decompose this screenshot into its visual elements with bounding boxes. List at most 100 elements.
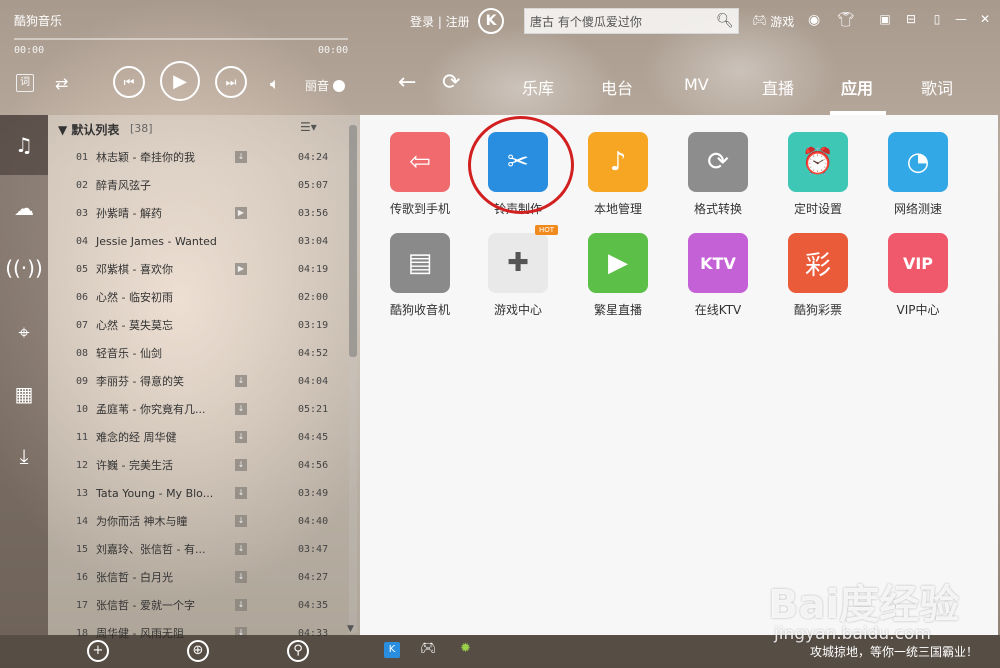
alarm-clock-icon[interactable]: ⏰ [788, 132, 848, 192]
lottery-icon[interactable]: 彩 [788, 233, 848, 293]
tab-live[interactable]: 直播 [762, 75, 794, 99]
locate-icon[interactable]: ⊕ [187, 640, 209, 662]
lyric-toggle-button[interactable]: 词 [16, 74, 34, 92]
skin-icon[interactable]: ◉ [808, 12, 820, 28]
song-action-icon[interactable]: ↓ [235, 375, 247, 387]
song-row[interactable]: 02 醉青风弦子 05:07 [48, 171, 348, 199]
song-action-icon[interactable]: ↓ [235, 431, 247, 443]
song-row[interactable]: 08 轻音乐 - 仙剑 04:52 [48, 339, 348, 367]
refresh-icon[interactable]: ⟳ [442, 70, 460, 95]
phone-transfer-icon[interactable]: ⇦ [390, 132, 450, 192]
game-link[interactable]: 🎮︎ 游戏 [752, 13, 794, 30]
song-row[interactable]: 06 心然 - 临安初雨 02:00 [48, 283, 348, 311]
folder-icon[interactable]: ♪ [588, 132, 648, 192]
song-row[interactable]: 10 孟庭苇 - 你究竟有几... ↓ 05:21 [48, 395, 348, 423]
scroll-down-arrow-icon[interactable]: ▼ [347, 624, 354, 634]
radio-icon[interactable]: ▤ [390, 233, 450, 293]
mini-mode-icon[interactable]: ⊟ [902, 12, 920, 26]
song-row[interactable]: 04 Jessie James - Wanted 03:04 [48, 227, 348, 255]
app-speedometer[interactable]: ◔ 网络测速 [878, 132, 958, 217]
volume-icon[interactable]: 🔈︎ [270, 74, 280, 94]
song-row[interactable]: 17 张信哲 - 爱就一个字 ↓ 04:35 [48, 591, 348, 619]
sound-quality-toggle[interactable]: 丽音 [305, 77, 346, 94]
app-lottery[interactable]: 彩酷狗彩票 [778, 233, 858, 318]
cloud-icon[interactable]: ☁ [0, 178, 48, 238]
song-action-icon[interactable]: ↓ [235, 151, 247, 163]
app-gamepad[interactable]: ✚ HOT 游戏中心 [478, 225, 558, 318]
convert-icon[interactable]: ⟳ [688, 132, 748, 192]
kugou-logo-icon[interactable]: K [478, 8, 504, 34]
song-row[interactable]: 15 刘嘉玲、张信哲 - 有... ↓ 03:47 [48, 535, 348, 563]
app-alarm-clock[interactable]: ⏰ 定时设置 [778, 132, 858, 217]
app-ktv-mic[interactable]: KTV 在线KTV [678, 233, 758, 318]
song-row[interactable]: 07 心然 - 莫失莫忘 03:19 [48, 311, 348, 339]
song-action-icon[interactable]: ↓ [235, 599, 247, 611]
previous-button[interactable]: ⏮ [113, 66, 145, 98]
progress-bar[interactable] [14, 38, 348, 40]
phone-mode-icon[interactable]: ▯ [928, 12, 946, 26]
game-controller-icon[interactable]: 🎮︎ [420, 641, 437, 656]
app-radio[interactable]: ▤ 酷狗收音机 [380, 233, 460, 318]
song-duration: 04:52 [298, 347, 329, 359]
song-row[interactable]: 11 难念的经 周华健 ↓ 04:45 [48, 423, 348, 451]
song-row[interactable]: 09 李丽芬 - 得意的笑 ↓ 04:04 [48, 367, 348, 395]
app-vip-crown[interactable]: VIP VIP中心 [878, 233, 958, 318]
song-row[interactable]: 01 林志颖 - 牵挂你的我 ↓ 04:24 [48, 143, 348, 171]
song-action-icon[interactable]: ▶ [235, 207, 247, 219]
list-menu-icon[interactable]: ☰▾ [300, 120, 317, 134]
live-play-icon[interactable]: ▶ [588, 233, 648, 293]
add-icon[interactable]: + [87, 640, 109, 662]
song-action-icon[interactable]: ↓ [235, 487, 247, 499]
search-icon[interactable]: 🔍︎ [716, 13, 738, 29]
tab-radio[interactable]: 电台 [601, 75, 633, 99]
song-action-icon[interactable]: ↓ [235, 543, 247, 555]
song-action-icon[interactable]: ↓ [235, 403, 247, 415]
tab-lyrics[interactable]: 歌词 [921, 75, 953, 99]
search-box[interactable]: 🔍︎ [524, 8, 739, 34]
tab-mv[interactable]: MV [684, 75, 709, 94]
app-phone-transfer[interactable]: ⇦ 传歌到手机 [380, 132, 460, 217]
song-row[interactable]: 13 Tata Young - My Blo... ↓ 03:49 [48, 479, 348, 507]
menu-dropdown-icon[interactable]: ▣ [876, 12, 894, 26]
song-action-icon[interactable]: ↓ [235, 571, 247, 583]
app-live-play[interactable]: ▶ 繁星直播 [578, 233, 658, 318]
theme-shirt-icon[interactable]: 👕︎ [837, 12, 855, 28]
ktv-mic-icon[interactable]: KTV [688, 233, 748, 293]
song-row[interactable]: 03 孙紫晴 - 解药 ▶ 03:56 [48, 199, 348, 227]
broadcast-icon[interactable]: ((·)) [0, 238, 48, 298]
plugin-icon[interactable]: ✹ [460, 641, 471, 656]
tab-apps[interactable]: 应用 [841, 75, 873, 99]
kugou-small-icon[interactable]: K [384, 642, 400, 658]
play-button[interactable]: ▶ [160, 61, 200, 101]
song-action-icon[interactable]: ↓ [235, 459, 247, 471]
vip-crown-icon[interactable]: VIP [888, 233, 948, 293]
app-convert[interactable]: ⟳ 格式转换 [678, 132, 758, 217]
download-icon[interactable]: ⤓ [0, 426, 48, 486]
login-register-link[interactable]: 登录 | 注册 [410, 13, 470, 30]
song-row[interactable]: 12 许巍 - 完美生活 ↓ 04:56 [48, 451, 348, 479]
song-action-icon[interactable]: ↓ [235, 515, 247, 527]
scrollbar-thumb[interactable] [349, 125, 357, 357]
song-action-icon[interactable]: ▶ [235, 263, 247, 275]
app-folder[interactable]: ♪ 本地管理 [578, 132, 658, 217]
location-pin-icon[interactable]: ⌖ [0, 302, 48, 362]
tab-music-library[interactable]: 乐库 [522, 75, 554, 99]
speedometer-icon[interactable]: ◔ [888, 132, 948, 192]
music-note-icon[interactable]: ♫ [0, 115, 48, 175]
song-row[interactable]: 05 邓紫棋 - 喜欢你 ▶ 04:19 [48, 255, 348, 283]
song-row[interactable]: 16 张信哲 - 白月光 ↓ 04:27 [48, 563, 348, 591]
back-arrow-icon[interactable]: ← [398, 70, 416, 95]
close-icon[interactable]: ✕ [976, 12, 994, 26]
device-icon[interactable]: ▦ [0, 364, 48, 424]
loop-mode-icon[interactable]: ⇄ [55, 74, 68, 93]
search-input[interactable] [530, 14, 716, 28]
gamepad-icon[interactable]: ✚ HOT [488, 225, 558, 293]
song-row[interactable]: 14 为你而活 神木与瞳 ↓ 04:40 [48, 507, 348, 535]
playlist-title[interactable]: ▼ 默认列表 [58, 121, 119, 138]
next-button[interactable]: ⏭ [215, 66, 247, 98]
song-title: 醉青风弦子 [96, 179, 151, 192]
minimize-icon[interactable]: — [952, 12, 970, 26]
song-title: 心然 - 临安初雨 [96, 291, 173, 304]
search-bottom-icon[interactable]: ⚲ [287, 640, 309, 662]
previous-icon: ⏮ [123, 74, 135, 89]
